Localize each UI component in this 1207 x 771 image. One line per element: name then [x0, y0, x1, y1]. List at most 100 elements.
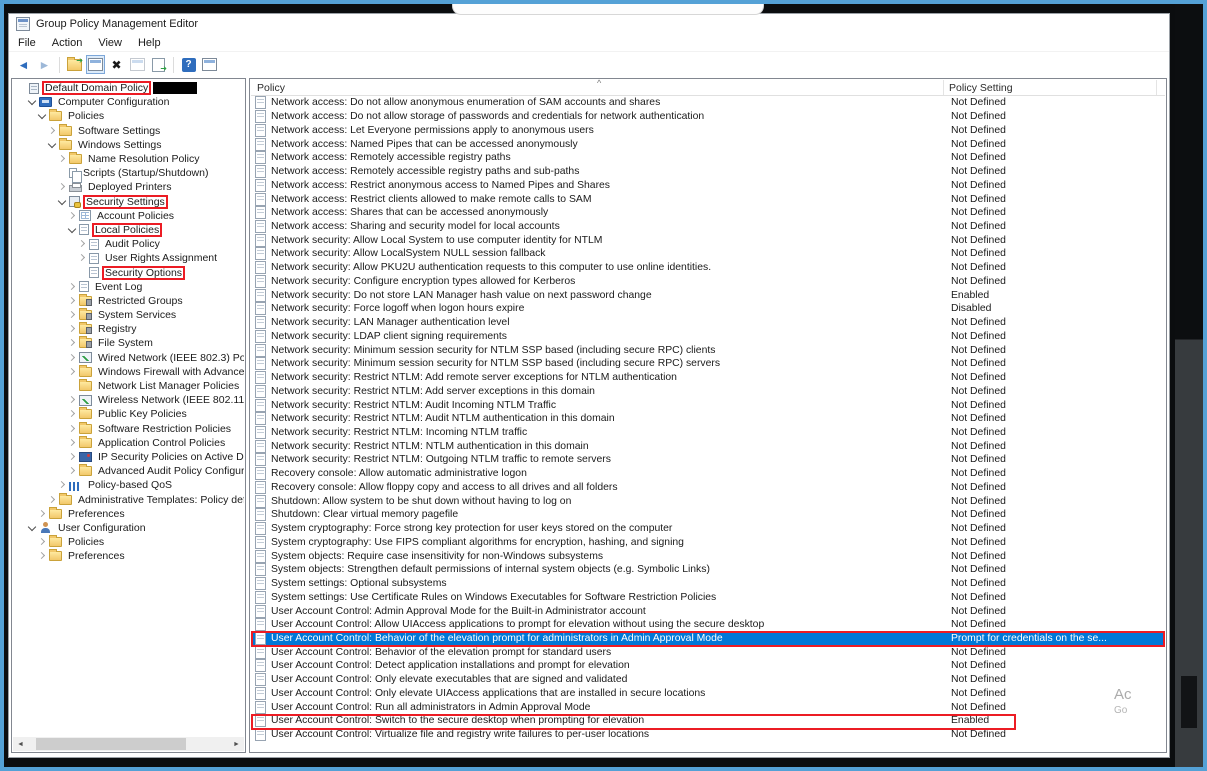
policy-row[interactable]: User Account Control: Detect application…	[251, 659, 1165, 673]
policy-row[interactable]: Network security: Restrict NTLM: Outgoin…	[251, 453, 1165, 467]
policy-row[interactable]: User Account Control: Run all administra…	[251, 700, 1165, 714]
tree-item[interactable]: Security Options	[13, 265, 244, 279]
tree-item[interactable]: Policies	[13, 109, 244, 123]
expand-arrow-icon[interactable]	[47, 495, 57, 505]
collapse-arrow-icon[interactable]	[57, 197, 67, 207]
policy-row[interactable]: User Account Control: Behavior of the el…	[251, 645, 1165, 659]
tree-item[interactable]: Administrative Templates: Policy definit…	[13, 492, 244, 506]
help-button[interactable]: ?	[179, 55, 198, 74]
tree-item[interactable]: Wireless Network (IEEE 802.11) Poli	[13, 393, 244, 407]
policy-row[interactable]: Network security: Restrict NTLM: Incomin…	[251, 426, 1165, 440]
up-one-level-button[interactable]: ➔	[65, 55, 84, 74]
policy-row[interactable]: Network security: Restrict NTLM: Audit I…	[251, 398, 1165, 412]
policy-row[interactable]: User Account Control: Admin Approval Mod…	[251, 604, 1165, 618]
tree-item[interactable]: Account Policies	[13, 209, 244, 223]
expand-arrow-icon[interactable]	[67, 466, 77, 476]
expand-arrow-icon[interactable]	[57, 182, 67, 192]
tree-item[interactable]: Public Key Policies	[13, 407, 244, 421]
scrollbar-track[interactable]	[28, 737, 229, 751]
tree-item[interactable]: Restricted Groups	[13, 294, 244, 308]
collapse-arrow-icon[interactable]	[27, 523, 37, 533]
collapse-arrow-icon[interactable]	[27, 97, 37, 107]
delete-button[interactable]: ✖	[107, 55, 126, 74]
policy-row[interactable]: System settings: Optional subsystemsNot …	[251, 577, 1165, 591]
policy-row[interactable]: Network security: Configure encryption t…	[251, 275, 1165, 289]
expand-arrow-icon[interactable]	[67, 409, 77, 419]
policy-row[interactable]: User Account Control: Allow UIAccess app…	[251, 618, 1165, 632]
policy-row[interactable]: Network security: Restrict NTLM: NTLM au…	[251, 439, 1165, 453]
expand-arrow-icon[interactable]	[37, 537, 47, 547]
menu-view[interactable]: View	[98, 37, 122, 49]
tree-item[interactable]: Name Resolution Policy	[13, 152, 244, 166]
expand-arrow-icon[interactable]	[77, 253, 87, 263]
tree-item[interactable]: Event Log	[13, 280, 244, 294]
menu-help[interactable]: Help	[138, 37, 161, 49]
policy-row[interactable]: System objects: Require case insensitivi…	[251, 549, 1165, 563]
scroll-left-arrow[interactable]: ◄	[13, 737, 28, 751]
horizontal-scrollbar[interactable]: ◄ ►	[13, 737, 244, 751]
collapse-arrow-icon[interactable]	[47, 140, 57, 150]
policy-row[interactable]: Network security: Allow LocalSystem NULL…	[251, 247, 1165, 261]
column-header-policy-setting[interactable]: Policy Setting	[944, 80, 1157, 95]
expand-arrow-icon[interactable]	[67, 211, 77, 221]
tree-item[interactable]: Policies	[13, 535, 244, 549]
forward-button[interactable]: ►	[35, 55, 54, 74]
expand-arrow-icon[interactable]	[67, 452, 77, 462]
policy-row[interactable]: Network security: LDAP client signing re…	[251, 329, 1165, 343]
expand-arrow-icon[interactable]	[37, 551, 47, 561]
policy-row[interactable]: Network access: Remotely accessible regi…	[251, 151, 1165, 165]
expand-arrow-icon[interactable]	[77, 239, 87, 249]
policy-row[interactable]: Network security: Allow PKU2U authentica…	[251, 261, 1165, 275]
tree-item[interactable]: System Services	[13, 308, 244, 322]
tree-item[interactable]: Preferences	[13, 549, 244, 563]
tree-item[interactable]: Software Settings	[13, 124, 244, 138]
tree-item[interactable]: User Configuration	[13, 521, 244, 535]
expand-arrow-icon[interactable]	[67, 367, 77, 377]
column-header-policy[interactable]: Policy ^	[251, 80, 944, 95]
tree-item[interactable]: User Rights Assignment	[13, 251, 244, 265]
expand-arrow-icon[interactable]	[67, 338, 77, 348]
tree-item[interactable]: Security Settings	[13, 195, 244, 209]
tree-item[interactable]: Software Restriction Policies	[13, 422, 244, 436]
properties-button[interactable]	[128, 55, 147, 74]
policy-row[interactable]: System cryptography: Force strong key pr…	[251, 522, 1165, 536]
policy-row[interactable]: Network access: Shares that can be acces…	[251, 206, 1165, 220]
policy-row[interactable]: User Account Control: Virtualize file an…	[251, 728, 1165, 742]
policy-row[interactable]: Network access: Remotely accessible regi…	[251, 165, 1165, 179]
policy-row[interactable]: Recovery console: Allow floppy copy and …	[251, 481, 1165, 495]
expand-arrow-icon[interactable]	[67, 395, 77, 405]
expand-arrow-icon[interactable]	[47, 126, 57, 136]
menu-action[interactable]: Action	[52, 37, 83, 49]
policy-row[interactable]: System objects: Strengthen default permi…	[251, 563, 1165, 577]
expand-arrow-icon[interactable]	[67, 310, 77, 320]
tree-item[interactable]: Advanced Audit Policy Configurati	[13, 464, 244, 478]
policy-row[interactable]: System cryptography: Use FIPS compliant …	[251, 536, 1165, 550]
policy-row[interactable]: Network access: Named Pipes that can be …	[251, 137, 1165, 151]
policy-row[interactable]: Network access: Let Everyone permissions…	[251, 123, 1165, 137]
show-console-tree-button[interactable]	[86, 55, 105, 74]
policy-row[interactable]: User Account Control: Only elevate execu…	[251, 673, 1165, 687]
tree-item[interactable]: Application Control Policies	[13, 436, 244, 450]
policy-row[interactable]: Network security: Restrict NTLM: Add ser…	[251, 384, 1165, 398]
tree-item[interactable]: Preferences	[13, 507, 244, 521]
policy-row[interactable]: Network security: Minimum session securi…	[251, 357, 1165, 371]
new-window-button[interactable]	[200, 55, 219, 74]
policy-row[interactable]: User Account Control: Only elevate UIAcc…	[251, 687, 1165, 701]
scrollbar-thumb[interactable]	[36, 738, 186, 750]
policy-row[interactable]: User Account Control: Behavior of the el…	[251, 632, 1165, 646]
tree-item[interactable]: File System	[13, 336, 244, 350]
policy-row[interactable]: Network security: Force logoff when logo…	[251, 302, 1165, 316]
tree-item[interactable]: Computer Configuration	[13, 95, 244, 109]
policy-row[interactable]: Network security: Do not store LAN Manag…	[251, 288, 1165, 302]
policy-row[interactable]: Network security: Restrict NTLM: Add rem…	[251, 371, 1165, 385]
tree-item[interactable]: Registry	[13, 322, 244, 336]
expand-arrow-icon[interactable]	[67, 424, 77, 434]
policy-row[interactable]: User Account Control: Switch to the secu…	[251, 714, 1165, 728]
back-button[interactable]: ◄	[14, 55, 33, 74]
tree-item[interactable]: Wired Network (IEEE 802.3) Policies	[13, 351, 244, 365]
expand-arrow-icon[interactable]	[67, 282, 77, 292]
menu-file[interactable]: File	[18, 37, 36, 49]
policy-row[interactable]: Network access: Do not allow storage of …	[251, 110, 1165, 124]
expand-arrow-icon[interactable]	[57, 480, 67, 490]
policy-row[interactable]: Network access: Restrict clients allowed…	[251, 192, 1165, 206]
